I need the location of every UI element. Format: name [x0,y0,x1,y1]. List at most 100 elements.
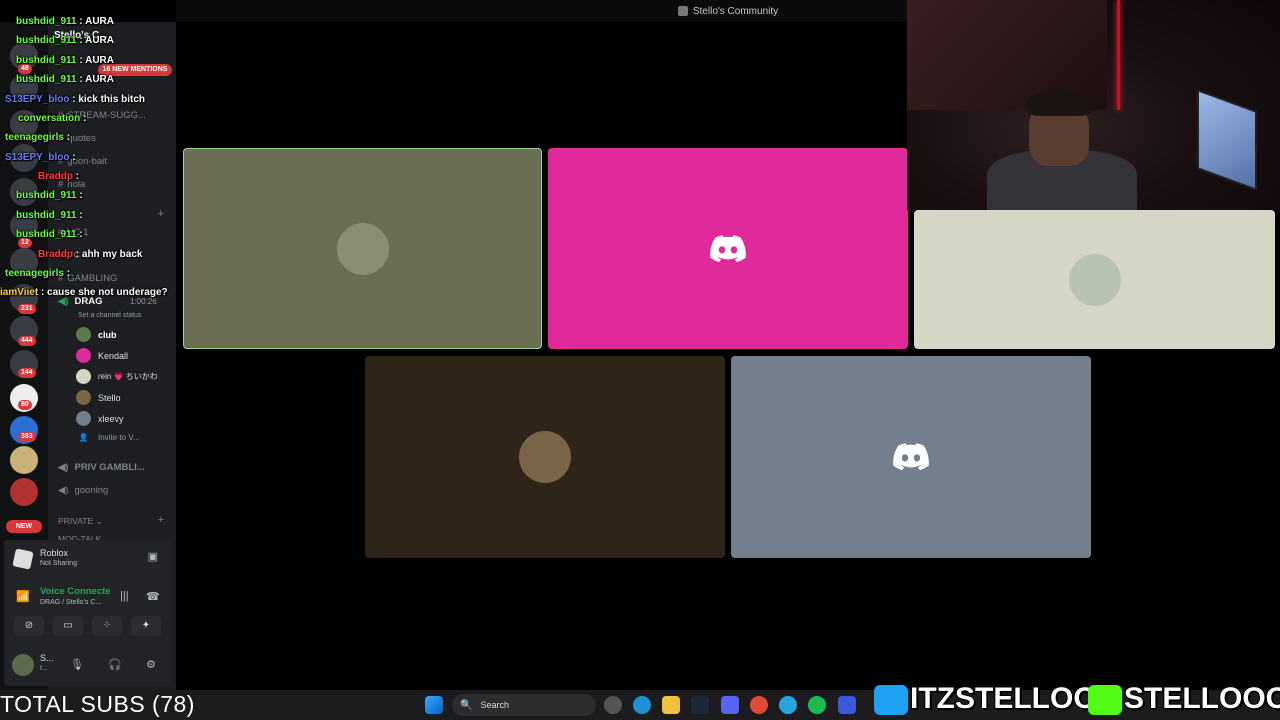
chat-message: bushdid_911 : AURA [16,55,114,66]
discord-taskbar-icon[interactable] [721,696,739,714]
taskbar-search[interactable]: 🔍 Search [452,694,596,716]
voice-member[interactable]: club [76,327,117,342]
chat-text: : [76,210,83,221]
avatar [76,348,91,363]
voice-location[interactable]: DRAG / Stello's C... [40,599,101,606]
chat-text: : [80,113,87,124]
chat-text: : cause she not underage? [38,287,168,298]
tile-user-pink[interactable] [548,148,908,349]
tile-user-landscape[interactable] [183,148,542,349]
chat-text: : [69,152,76,163]
chat-username: bushdid_911 [16,16,77,27]
led-strip [1117,0,1120,110]
invite-to-voice[interactable]: 👤 Invite to V... [76,433,140,442]
activity-status: Not Sharing [40,560,77,567]
edge-icon[interactable] [633,696,651,714]
chat-message: bushdid_911 : AURA [16,16,114,27]
camera-off-button[interactable]: ⊘ [14,616,44,636]
chat-message: teenagegirls : [5,268,70,279]
chat-username: conversation [18,113,81,124]
voice-member[interactable]: Kendall [76,348,128,363]
avatar [76,411,91,426]
user-name[interactable]: S... [40,653,54,663]
steam-icon[interactable] [691,696,709,714]
screen-share-icon[interactable]: ▣ [148,550,158,563]
chat-message: Braddp : ahh my back [38,249,142,260]
voice-channel-priv-gambling[interactable]: ◀) PRIV GAMBLI... [58,462,145,473]
chat-username: Braddp [38,171,73,182]
settings-app-icon[interactable] [604,696,622,714]
server-icon-13[interactable] [10,446,38,474]
headphones-icon[interactable]: 🎧 [108,658,122,671]
tile-user-cream[interactable] [914,210,1275,349]
signal-icon[interactable]: 📶 [16,590,30,603]
chat-text: : AURA [76,55,114,66]
voice-connected-status[interactable]: Voice Connecte [40,586,111,597]
spotify-icon[interactable] [808,696,826,714]
voice-channel-gooning[interactable]: ◀) gooning [58,485,108,496]
activities-button[interactable]: ⁘ [92,616,122,636]
speaker-icon: ◀) [58,462,69,473]
person-add-icon: 👤 [78,433,89,442]
disconnect-icon[interactable]: ☎ [146,590,160,603]
kick-handle: STELLOOO [1088,681,1280,716]
discord-logo-icon [710,234,746,262]
chat-username: bushdid_911 [16,35,77,46]
chat-message: iamViiet : cause she not underage? [0,287,168,298]
chat-username: teenagegirls [5,132,64,143]
roblox-taskbar-icon[interactable] [838,696,856,714]
add-channel-icon[interactable]: + [158,514,164,526]
tile-user-gray[interactable] [731,356,1091,558]
start-icon[interactable] [425,696,443,714]
participant-avatar [1068,253,1121,306]
chat-text: : ahh my back [73,249,143,260]
chat-username: bushdid_911 [16,190,77,201]
speaker-icon: ◀) [58,485,69,496]
chat-username: bushdid_911 [16,74,77,85]
chat-text: : [73,171,80,182]
twitter-handle: ITZSTELLOO [874,681,1098,716]
streamer-hair [1027,90,1091,116]
search-icon: 🔍 [460,699,473,711]
microphone-icon[interactable]: 🎙 [70,658,84,671]
category-private[interactable]: PRIVATE ⌄ [58,516,103,527]
new-servers-pill[interactable]: NEW [6,520,42,533]
chat-username: teenagegirls [5,268,64,279]
chat-text: : [63,268,71,279]
participant-avatar [519,431,571,483]
chat-message: bushdid_911 : [16,190,83,201]
tile-user-brown[interactable] [365,356,725,558]
channel-status[interactable]: Set a channel status [78,312,141,319]
chat-message: S13EPY_bloo : [5,152,76,163]
file-explorer-icon[interactable] [662,696,680,714]
voice-member[interactable]: xleevy [76,411,124,426]
mention-badge: 144 [18,368,36,378]
chat-message: bushdid_911 : [16,210,83,221]
noise-suppression-icon[interactable]: ||| [120,590,129,602]
avatar [76,369,91,384]
chat-text: : AURA [76,74,114,85]
mention-badge: 383 [18,432,36,442]
chat-text: : AURA [76,35,114,46]
chat-text: : AURA [76,16,114,27]
user-avatar[interactable] [12,654,34,676]
share-screen-button[interactable]: ▭ [53,616,83,636]
chat-username: bushdid_911 [16,55,77,66]
chrome-icon[interactable] [750,696,768,714]
user-sub: I... [40,665,48,672]
mention-badge: 444 [18,336,36,346]
voice-member[interactable]: rein 💗 ちいかわ [76,369,158,384]
chat-message: bushdid_911 : [16,229,83,240]
telegram-icon[interactable] [779,696,797,714]
server-icon-14[interactable] [10,478,38,506]
chat-username: iamViiet [0,287,39,298]
chat-text: : kick this bitch [69,94,146,105]
chat-username: Braddp [38,249,73,260]
soundboard-button[interactable]: ✦ [131,616,161,636]
window-title: Stello's Community [692,5,779,17]
chat-text: : [76,190,83,201]
chat-message: Braddp : [38,171,79,182]
chat-message: conversation : [18,113,86,124]
voice-member[interactable]: Stello [76,390,121,405]
settings-icon[interactable]: ⚙ [146,658,156,671]
